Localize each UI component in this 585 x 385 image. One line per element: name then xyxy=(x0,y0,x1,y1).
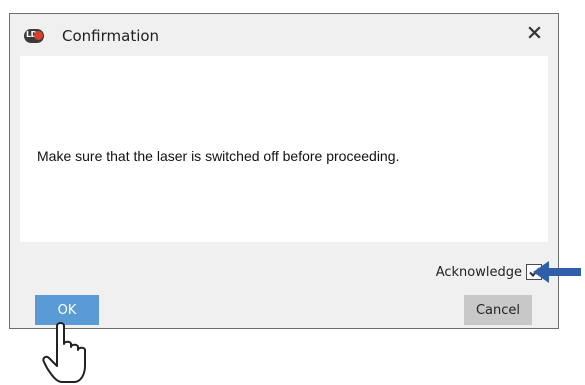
close-icon xyxy=(528,26,541,39)
dialog-title: Confirmation xyxy=(62,27,160,45)
close-button[interactable] xyxy=(526,23,544,43)
app-logo-icon: LD xyxy=(24,29,44,43)
acknowledge-control: Acknowledge xyxy=(436,263,542,281)
dialog-titlebar: LD Confirmation xyxy=(10,14,558,56)
confirmation-dialog: LD Confirmation Make sure that the laser… xyxy=(9,13,559,329)
hand-pointer-icon xyxy=(42,322,86,383)
acknowledge-label: Acknowledge xyxy=(435,264,522,280)
confirmation-message: Make sure that the laser is switched off… xyxy=(37,148,400,164)
left-arrow-icon xyxy=(533,261,581,283)
screenshot-stage: LD Confirmation Make sure that the laser… xyxy=(0,0,585,385)
cancel-button[interactable]: Cancel xyxy=(464,295,532,325)
app-logo-text: LD xyxy=(26,30,37,39)
dialog-content: Make sure that the laser is switched off… xyxy=(20,56,548,242)
